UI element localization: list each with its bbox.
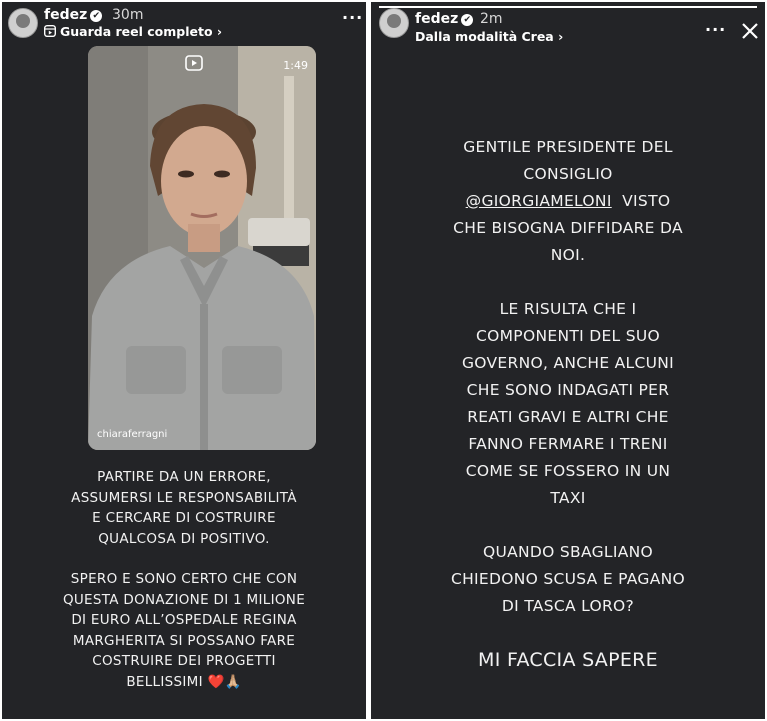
verified-badge-icon: ✔ <box>461 14 474 26</box>
mention-link[interactable]: @GIORGIAMELONI <box>466 192 612 210</box>
caption-line: QUESTA DONAZIONE DI 1 MILIONE <box>62 591 306 608</box>
text-line: COMPONENTI DEL SUO <box>476 327 660 345</box>
verified-badge-icon: ✔ <box>90 10 103 22</box>
story-progress-bar <box>379 6 757 8</box>
text-line: GENTILE PRESIDENTE DEL <box>463 138 673 156</box>
story-panel-right: fedez ✔ 2m Dalla modalità Crea › ··· GENT… <box>371 2 765 719</box>
username-label[interactable]: fedez <box>415 11 458 27</box>
caption-line: SPERO E SONO CERTO CHE CON <box>70 571 298 587</box>
text-line: NOI. <box>550 246 586 264</box>
text-line: DI TASCA LORO? <box>501 597 635 615</box>
video-watermark: chiaraferragni <box>97 429 168 440</box>
caption-line: BELLISSIMI ❤️🙏🏼 <box>126 673 242 690</box>
caption-line: DI EURO ALL’OSPEDALE REGINA <box>71 612 297 628</box>
story-text: GENTILE PRESIDENTE DEL CONSIGLIO @GIORGI… <box>371 134 765 674</box>
text-line: CONSIGLIO <box>523 165 613 183</box>
story-panel-left: fedez ✔ 30m Guarda reel completo › ··· 1… <box>2 2 366 719</box>
caption-line: MARGHERITA SI POSSANO FARE <box>72 632 296 649</box>
text-line: CHE BISOGNA DIFFIDARE DA <box>453 219 683 237</box>
text-line: QUANDO SBAGLIANO <box>482 543 654 561</box>
story-caption: PARTIRE DA UN ERRORE, ASSUMERSI LE RESPO… <box>2 467 366 692</box>
watch-full-reel-link[interactable]: Guarda reel completo › <box>43 24 222 39</box>
reel-icon <box>43 24 57 38</box>
caption-line: E CERCARE DI COSTRUIRE <box>92 510 276 526</box>
closing-line: MI FACCIA SAPERE <box>478 649 658 671</box>
text-line: TAXI <box>550 489 586 507</box>
avatar[interactable] <box>379 8 409 38</box>
text-line: REATI GRAVI E ALTRI CHE <box>467 408 669 426</box>
username[interactable]: fedez ✔ <box>415 11 474 27</box>
caption-line: QUALCOSA DI POSITIVO. <box>98 530 270 547</box>
more-options-icon[interactable]: ··· <box>342 8 363 27</box>
text-line: CHIEDONO SCUSA E PAGANO <box>450 570 686 588</box>
caption-line: ASSUMERSI LE RESPONSABILITÀ <box>71 489 297 506</box>
text-line: CHE SONO INDAGATI PER <box>466 381 670 399</box>
more-options-icon[interactable]: ··· <box>705 20 726 39</box>
username[interactable]: fedez ✔ <box>44 7 103 23</box>
watch-full-reel-label[interactable]: Guarda reel completo › <box>60 24 222 39</box>
video-frame-illustration <box>88 46 316 450</box>
avatar[interactable] <box>8 8 38 38</box>
video-duration: 1:49 <box>283 59 308 72</box>
username-label[interactable]: fedez <box>44 7 87 23</box>
text-line: GOVERNO, ANCHE ALCUNI <box>461 354 675 372</box>
text-line: LE RISULTA CHE I <box>499 300 637 318</box>
text-line: COME SE FOSSERO IN UN <box>465 462 671 480</box>
create-mode-link[interactable]: Dalla modalità Crea › <box>415 29 563 44</box>
post-time: 30m <box>112 7 144 23</box>
post-time: 2m <box>480 11 503 27</box>
caption-line: PARTIRE DA UN ERRORE, <box>97 469 271 485</box>
caption-line: COSTRUIRE DEI PROGETTI <box>92 653 276 669</box>
text-line: @GIORGIAMELONI VISTO <box>465 192 671 210</box>
close-icon[interactable] <box>741 22 759 40</box>
text-line: FANNO FERMARE I TRENI <box>468 435 668 453</box>
reel-video-preview[interactable]: 1:49 chiaraferragni <box>88 46 316 450</box>
